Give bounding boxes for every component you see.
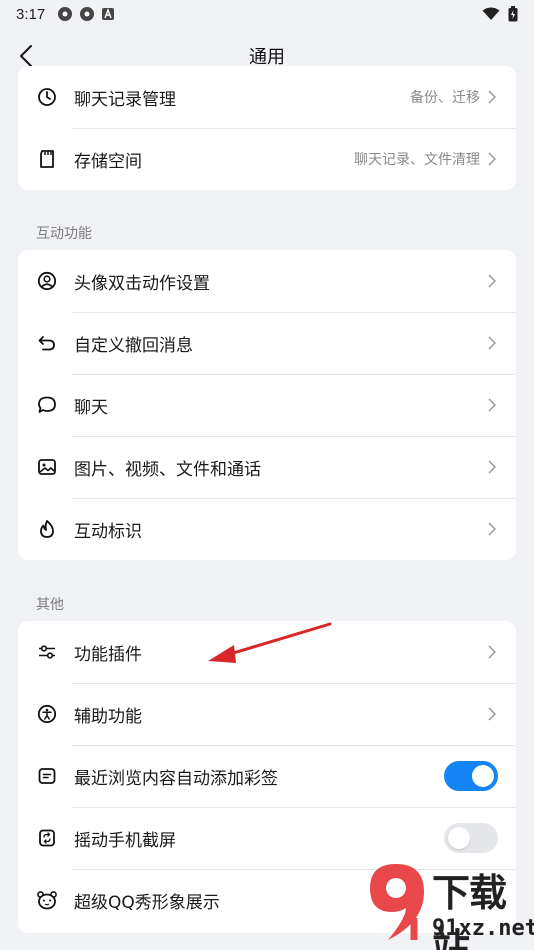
shake-screenshot-toggle[interactable] — [444, 823, 498, 853]
image-icon — [36, 456, 58, 478]
auto-label-toggle[interactable] — [444, 761, 498, 791]
status-bar: 3:17 — [0, 0, 534, 28]
row-label: 自定义撤回消息 — [74, 335, 193, 356]
bear-face-icon — [36, 889, 58, 911]
chat-bubble-icon — [36, 394, 58, 416]
auto-label-row: 最近浏览内容自动添加彩签 — [18, 745, 516, 807]
chevron-right-icon — [486, 335, 498, 351]
chevron-right-icon — [486, 151, 498, 167]
phone-rotate-icon — [36, 827, 58, 849]
accessibility-icon — [36, 703, 58, 725]
section-title-interaction: 互动功能 — [36, 226, 92, 242]
chevron-right-icon — [486, 644, 498, 660]
row-label: 图片、视频、文件和通话 — [74, 459, 261, 480]
sliders-icon — [36, 641, 58, 663]
interaction-badge-row[interactable]: 互动标识 — [18, 498, 516, 560]
row-label: 存储空间 — [74, 151, 142, 172]
avatar-double-tap-row[interactable]: 头像双击动作设置 — [18, 250, 516, 312]
notification-a-icon — [102, 8, 115, 20]
tag-icon — [36, 765, 58, 787]
chevron-right-icon — [486, 706, 498, 722]
clock-icon — [36, 86, 58, 108]
row-hint: 备份、迁移 — [410, 90, 480, 106]
chat-history-row[interactable]: 聊天记录管理 备份、迁移 — [18, 66, 516, 128]
row-hint: 聊天记录、文件清理 — [354, 152, 480, 168]
row-label: 互动标识 — [74, 521, 142, 542]
toggle-knob — [472, 765, 494, 787]
storage-card: 聊天记录管理 备份、迁移 存储空间 聊天记录、文件清理 — [18, 66, 516, 190]
storage-space-row[interactable]: 存储空间 聊天记录、文件清理 — [18, 128, 516, 190]
battery-icon — [508, 6, 518, 22]
section-title-other: 其他 — [36, 597, 64, 613]
row-label: 辅助功能 — [74, 706, 142, 727]
system-icons — [482, 6, 518, 22]
row-label: 聊天记录管理 — [74, 89, 176, 110]
flame-icon — [36, 518, 58, 540]
media-files-calls-row[interactable]: 图片、视频、文件和通话 — [18, 436, 516, 498]
watermark-bottom-text: 91xz.net — [432, 916, 534, 941]
user-circle-icon — [36, 270, 58, 292]
interaction-card: 头像双击动作设置 自定义撤回消息 聊天 图片、视频、文件和通话 互动标识 — [18, 250, 516, 560]
annotation-arrow — [208, 622, 332, 663]
custom-recall-row[interactable]: 自定义撤回消息 — [18, 312, 516, 374]
status-time: 3:17 — [16, 5, 46, 23]
row-label: 头像双击动作设置 — [74, 273, 210, 294]
chevron-right-icon — [486, 89, 498, 105]
notification-icons — [57, 6, 115, 22]
row-label: 最近浏览内容自动添加彩签 — [74, 768, 278, 789]
undo-icon — [36, 332, 58, 354]
row-label: 摇动手机截屏 — [74, 830, 176, 851]
chevron-right-icon — [486, 459, 498, 475]
chevron-right-icon — [486, 397, 498, 413]
wifi-icon — [482, 7, 500, 20]
accessibility-row[interactable]: 辅助功能 — [18, 683, 516, 745]
notification-gear-icon — [58, 7, 73, 21]
toggle-knob — [448, 827, 470, 849]
row-label: 聊天 — [74, 397, 108, 418]
chat-row[interactable]: 聊天 — [18, 374, 516, 436]
watermark-logo: 下载站 91xz.net — [358, 854, 534, 950]
watermark-91-emblem — [370, 864, 424, 940]
back-arrow-icon — [20, 45, 32, 67]
sd-card-icon — [36, 148, 58, 170]
notification-gear-icon — [80, 7, 95, 21]
chevron-right-icon — [486, 273, 498, 289]
chevron-right-icon — [486, 521, 498, 537]
